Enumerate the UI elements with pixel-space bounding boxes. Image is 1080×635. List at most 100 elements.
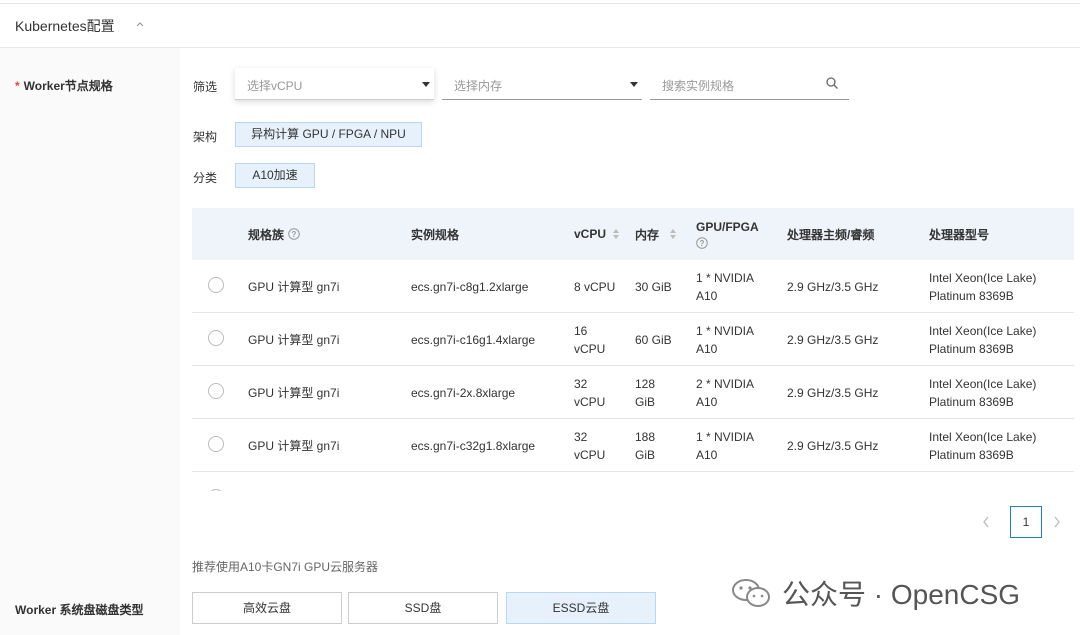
header-vcpu[interactable]: vCPU xyxy=(574,208,620,260)
cell-family: GPU 计算型 gn7i xyxy=(248,313,339,366)
table-header: 规格族 ? 实例规格 vCPU 内存 GPU/FPGA ? 处理器主频/睿频 处… xyxy=(192,208,1074,260)
watermark-text: 公众号 · OpenCSG xyxy=(782,579,1021,610)
cell-cpu-model-line: Intel Xeon(Ice Lake) xyxy=(929,376,1037,391)
cell-vcpu: 16 vCPU xyxy=(574,313,605,366)
cell-freq-line: 2.9 GHz/3.5 GHz xyxy=(787,332,879,347)
cell-memory-line: 310 xyxy=(635,490,655,492)
arch-label: 架构 xyxy=(193,130,218,144)
cell-family: GPU 计算型 gn7i xyxy=(248,366,339,419)
cell-cpu-model-line: Intel Xeon(Ice Lake) xyxy=(929,490,1036,492)
vcpu-select[interactable]: 选择vCPU xyxy=(235,68,434,100)
cell-memory: 188 GiB xyxy=(635,419,655,472)
cell-spec-line: ecs.gn7i-c32g1.8xlarge xyxy=(411,438,536,453)
cell-spec: ecs.gn7i-c8g1.2xlarge xyxy=(411,260,528,313)
disk-option-ssd[interactable]: SSD盘 xyxy=(348,592,498,624)
help-icon[interactable]: ? xyxy=(696,236,708,249)
disk-option-essd[interactable]: ESSD云盘 xyxy=(506,592,656,624)
cell-vcpu-line: vCPU xyxy=(574,394,606,409)
cell-freq-line: 2.9 GHz/3.5 GHz xyxy=(787,279,879,294)
cell-freq-line: 2.9 GHz/3.5 GHz xyxy=(787,385,879,400)
cell-gpu-line: 1 * NVIDIA xyxy=(696,490,754,492)
cell-vcpu-line: vCPU xyxy=(574,447,606,462)
row-radio[interactable] xyxy=(208,489,224,491)
row-radio[interactable] xyxy=(208,330,224,346)
cell-gpu: 1 * NVIDIA A10 xyxy=(696,313,754,366)
help-icon[interactable]: ? xyxy=(288,228,300,240)
sort-icon[interactable] xyxy=(612,228,620,240)
row-radio[interactable] xyxy=(208,436,224,452)
cell-gpu-line: 1 * NVIDIA xyxy=(696,429,755,444)
table-row[interactable]: GPU 计算型 gn7i ecs.gn7i-c16g1.4xlarge 16 vCPU… xyxy=(192,313,1074,366)
cell-vcpu-line: 16 xyxy=(574,323,588,338)
cell-memory: 310 xyxy=(635,472,655,491)
cell-memory: 60 GiB xyxy=(635,313,672,366)
cell-cpu-model: Intel Xeon(Ice Lake) Platinum 8369B xyxy=(929,366,1036,419)
row-radio[interactable] xyxy=(208,383,224,399)
cell-spec-line: ecs.gn7i-c8g1.2xlarge xyxy=(411,279,529,294)
cell-family: GPU 计算型 gn7i xyxy=(248,419,339,472)
arch-tag[interactable]: 异构计算 GPU / FPGA / NPU xyxy=(235,122,422,147)
cell-cpu-model-line: Platinum 8369B xyxy=(929,447,1014,462)
cell-gpu-line: A10 xyxy=(696,341,718,356)
table-row[interactable]: 48 310 1 * NVIDIA Intel Xeon(Ice Lake) xyxy=(192,472,1074,491)
header-spec: 实例规格 xyxy=(411,227,460,242)
cell-memory-line: 188 xyxy=(635,429,656,444)
category-tag[interactable]: A10加速 xyxy=(235,163,315,188)
cell-gpu-line: A10 xyxy=(696,394,718,409)
instance-search-input[interactable]: 搜索实例规格 xyxy=(650,68,849,100)
pager-page-button[interactable]: 1 xyxy=(1010,506,1042,538)
cell-memory: 30 GiB xyxy=(635,260,672,313)
cell-gpu: 1 * NVIDIA A10 xyxy=(696,260,754,313)
table-row[interactable]: GPU 计算型 gn7i ecs.gn7i-2x.8xlarge 32 vCPU 128… xyxy=(192,366,1074,419)
row-radio[interactable] xyxy=(208,277,224,293)
recommendation-hint: 推荐使用A10卡GN7i GPU云服务器 xyxy=(192,560,379,574)
section-title: Kubernetes配置 xyxy=(15,18,115,34)
cell-cpu-model-line: Platinum 8369B xyxy=(929,341,1014,356)
header-memory[interactable]: 内存 xyxy=(635,208,677,260)
cell-cpu-model: Intel Xeon(Ice Lake) Platinum 8369B xyxy=(929,419,1036,472)
chevron-up-icon[interactable] xyxy=(133,18,147,32)
caret-down-icon xyxy=(422,82,430,87)
search-icon[interactable] xyxy=(825,76,839,90)
header-gpu-text: GPU/FPGA xyxy=(696,219,759,234)
memory-select-placeholder: 选择内存 xyxy=(454,79,503,93)
cell-gpu: 1 * NVIDIA xyxy=(696,472,754,491)
disk-option-efficiency[interactable]: 高效云盘 xyxy=(192,592,342,624)
required-mark: * xyxy=(15,79,20,93)
header-cpu-model: 处理器型号 xyxy=(929,227,990,242)
cell-memory-line: GiB xyxy=(635,447,656,462)
cell-cpu-model: Intel Xeon(Ice Lake) Platinum 8369B xyxy=(929,260,1036,313)
section-header: Kubernetes配置 xyxy=(0,4,1080,48)
cell-vcpu-line: 48 xyxy=(574,490,587,492)
disk-type-label: Worker 系统盘磁盘类型 xyxy=(15,603,144,617)
cell-memory-line: 30 GiB xyxy=(635,279,672,294)
svg-text:?: ? xyxy=(700,239,705,248)
cell-gpu-line: 2 * NVIDIA xyxy=(696,376,755,391)
cell-cpu-model-line: Intel Xeon(Ice Lake) xyxy=(929,429,1037,444)
header-vcpu-text: vCPU xyxy=(574,227,607,241)
left-label-column xyxy=(0,48,180,635)
cell-freq: 2.9 GHz/3.5 GHz xyxy=(787,419,878,472)
watermark: 公众号 · OpenCSG xyxy=(730,573,1020,613)
cell-vcpu-line: 32 xyxy=(574,429,588,444)
table-row[interactable]: GPU 计算型 gn7i ecs.gn7i-c8g1.2xlarge 8 vCPU 3… xyxy=(192,260,1074,313)
pager-prev-icon[interactable] xyxy=(980,514,992,530)
cell-gpu-line: A10 xyxy=(696,288,718,303)
table-row[interactable]: GPU 计算型 gn7i ecs.gn7i-c32g1.8xlarge 32 vCPU… xyxy=(192,419,1074,472)
worker-spec-label-text: Worker节点规格 xyxy=(23,79,113,93)
caret-down-icon xyxy=(630,82,638,87)
cell-cpu-model-line: Intel Xeon(Ice Lake) xyxy=(929,323,1037,338)
pager-next-icon[interactable] xyxy=(1051,514,1063,530)
memory-select[interactable]: 选择内存 xyxy=(442,68,642,100)
sort-icon[interactable] xyxy=(669,228,677,240)
cell-spec: ecs.gn7i-c16g1.4xlarge xyxy=(411,313,535,366)
cell-gpu-line: 1 * NVIDIA xyxy=(696,323,755,338)
vcpu-select-placeholder: 选择vCPU xyxy=(247,79,303,93)
cell-spec-line: ecs.gn7i-2x.8xlarge xyxy=(411,385,516,400)
cell-spec: ecs.gn7i-2x.8xlarge xyxy=(411,366,515,419)
header-freq: 处理器主频/睿频 xyxy=(787,227,875,242)
cell-gpu-line: A10 xyxy=(696,447,718,462)
cell-cpu-model: Intel Xeon(Ice Lake) xyxy=(929,472,1036,491)
cell-memory: 128 GiB xyxy=(635,366,655,419)
category-label: 分类 xyxy=(193,171,218,185)
